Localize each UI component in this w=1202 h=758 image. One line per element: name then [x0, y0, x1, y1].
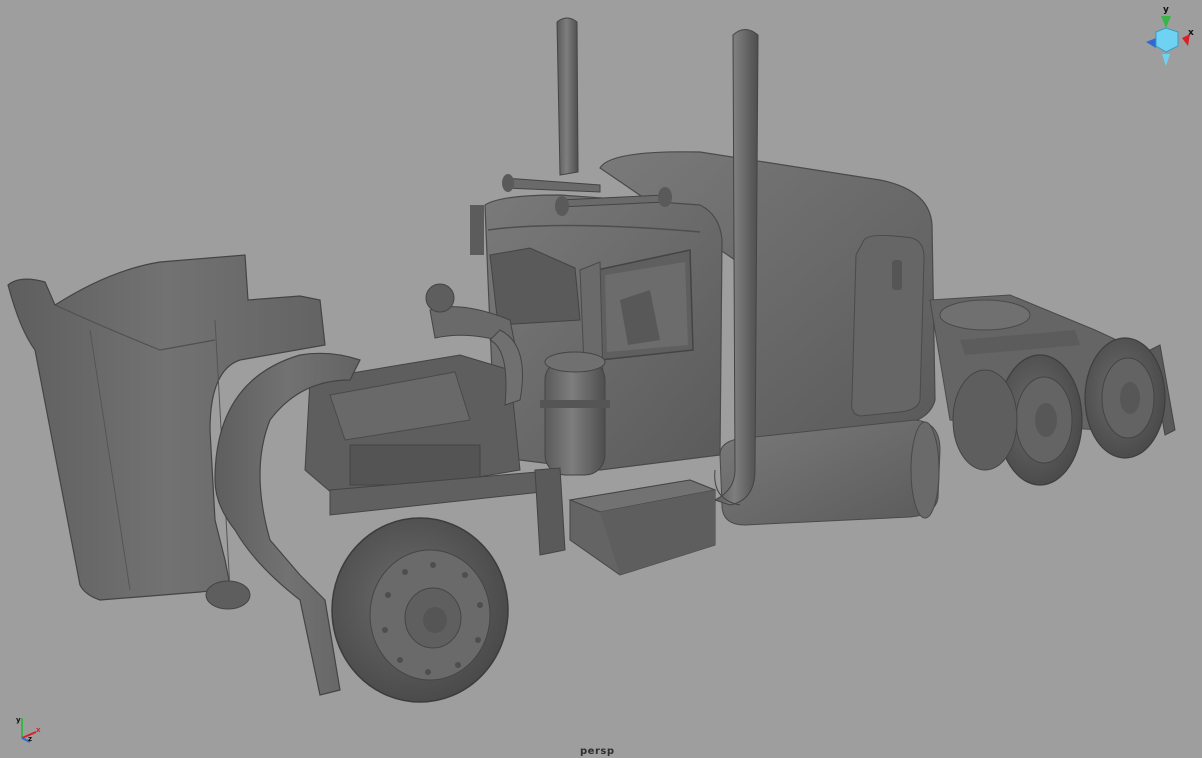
origin-x-label: x — [36, 726, 41, 734]
view-cube-bottom-cone[interactable] — [1162, 54, 1170, 66]
view-cube-y-label: y — [1163, 5, 1169, 15]
front-wheel — [331, 517, 509, 703]
view-cube-center[interactable] — [1155, 27, 1179, 53]
air-filter — [540, 351, 610, 476]
view-cube-z-cone[interactable] — [1146, 38, 1156, 48]
origin-axis-indicator: y x z — [16, 716, 41, 743]
truck-model[interactable] — [0, 0, 1202, 758]
origin-y-label: y — [16, 716, 21, 724]
step-box — [568, 479, 717, 576]
rear-axles — [929, 294, 1176, 486]
origin-z-label: z — [28, 735, 32, 743]
view-cube[interactable]: y x — [1144, 2, 1196, 70]
camera-name-label: persp — [580, 746, 615, 757]
engine — [304, 283, 523, 501]
view-cube-x-cone[interactable] — [1182, 34, 1190, 46]
perspective-viewport[interactable]: y x y x z persp — [0, 0, 1202, 758]
view-cube-y-cone[interactable] — [1161, 16, 1171, 28]
